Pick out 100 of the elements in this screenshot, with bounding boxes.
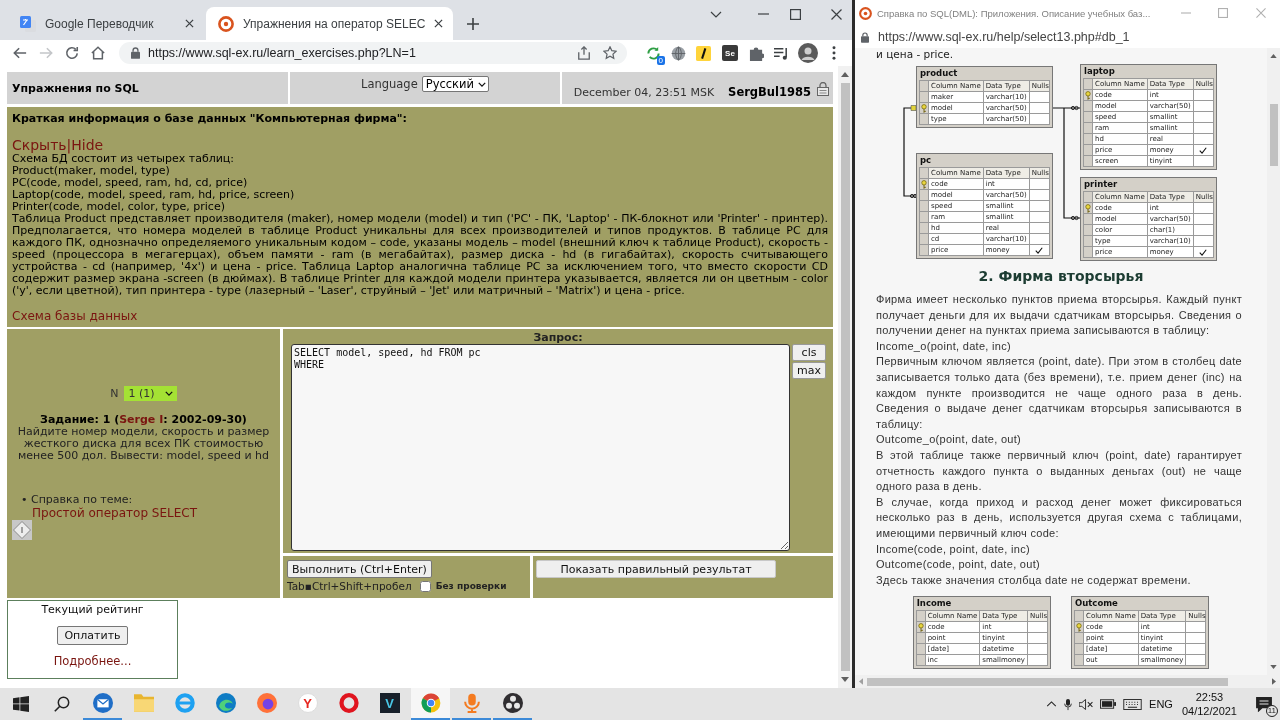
help-link[interactable]: Простой оператор SELECT bbox=[7, 506, 280, 520]
window-title: Справка по SQL(DML): Приложения. Описание учебных баз... bbox=[877, 7, 1151, 19]
paragraph: Outcome(code, point, date, out) bbox=[876, 557, 1041, 573]
circular-arrows-icon[interactable] bbox=[646, 45, 661, 61]
search-icon[interactable] bbox=[53, 696, 70, 712]
language-indicator[interactable]: ENG bbox=[1149, 698, 1173, 710]
segmented-circle-icon bbox=[420, 693, 441, 713]
table-title: Income bbox=[915, 597, 953, 611]
clock-time[interactable]: 22:53 bbox=[1195, 690, 1224, 704]
schema-line: Product(maker, model, type) bbox=[12, 165, 171, 177]
maximize-icon[interactable] bbox=[790, 8, 801, 20]
share-icon[interactable] bbox=[577, 46, 591, 60]
horizontal-scrollbar[interactable] bbox=[855, 675, 1280, 688]
microphone-icon bbox=[461, 693, 482, 713]
playlist-icon[interactable] bbox=[774, 45, 789, 61]
caret-up-icon[interactable] bbox=[1046, 701, 1058, 707]
close-icon[interactable] bbox=[831, 8, 842, 20]
rating-title: Текущий рейтинг bbox=[41, 603, 144, 616]
star-icon[interactable] bbox=[603, 46, 617, 60]
chevron-down-icon[interactable] bbox=[710, 10, 722, 18]
browser-tab[interactable]: Google Переводчик bbox=[8, 7, 204, 40]
speaker-muted-icon[interactable] bbox=[1079, 698, 1094, 710]
scrollbar-thumb[interactable] bbox=[840, 83, 850, 671]
toggle-link[interactable]: Скрыть|Hide bbox=[12, 137, 828, 153]
schema-line: PC(code, model, speed, ram, hd, cd, price) bbox=[12, 177, 249, 189]
globe-icon[interactable] bbox=[671, 45, 686, 61]
task-select[interactable]: 1 (1) bbox=[123, 386, 177, 401]
scroll-up-icon[interactable] bbox=[841, 72, 849, 77]
task-number-label: N bbox=[110, 387, 119, 400]
ring-icon bbox=[338, 693, 359, 713]
taskbar-button[interactable]: V bbox=[370, 688, 409, 720]
language-label: Language bbox=[360, 76, 418, 92]
ring-bar-icon bbox=[174, 693, 195, 713]
close-icon[interactable] bbox=[185, 19, 194, 28]
app-logo: V bbox=[379, 693, 400, 713]
taskbar-button[interactable]: Y bbox=[288, 688, 327, 720]
table-title: Outcome bbox=[1074, 597, 1119, 611]
show-result-button[interactable]: Показать правильный результат bbox=[536, 560, 776, 578]
paragraph: Здесь также значения столбца date не содержат времени. bbox=[876, 572, 1192, 588]
shortcut-hint: Tab▪Ctrl+Shift+пробел bbox=[287, 580, 412, 592]
scroll-right-icon[interactable] bbox=[1272, 678, 1276, 685]
clock-date[interactable]: 04/12/2021 bbox=[1181, 704, 1237, 718]
scrollbar-thumb[interactable] bbox=[867, 677, 1228, 686]
browser-tab[interactable]: Упражнения на оператор SELEC bbox=[206, 7, 454, 40]
query-label: Запрос: bbox=[532, 331, 584, 344]
task-title: Задание: 1 (Serge I: 2002-09-30) bbox=[39, 413, 248, 426]
editor-button[interactable]: max bbox=[792, 362, 826, 379]
scroll-up-icon[interactable] bbox=[1270, 54, 1277, 58]
pay-button[interactable]: Оплатить bbox=[57, 626, 128, 645]
table-title: pc bbox=[919, 154, 933, 167]
page-text: и цена - price. bbox=[875, 48, 954, 60]
overlapping-squares-icon bbox=[20, 15, 36, 32]
menu-icon[interactable] bbox=[832, 46, 836, 60]
schema-link[interactable]: Схема базы данных bbox=[12, 309, 828, 323]
paragraph: Первичным ключом является (point, date). При этом в столбец date записывается только дата (без времени), т.е. прием денег (inc) на каждом пункте производится не чаще одного раза в день. Сведения о выдаче денег сдатчикам вторсырья записываются в таблицу: bbox=[876, 354, 1242, 432]
run-button[interactable]: Выполнить (Ctrl+Enter) bbox=[287, 560, 432, 578]
lock-icon[interactable] bbox=[817, 82, 829, 96]
close-icon[interactable] bbox=[434, 19, 444, 28]
back-icon[interactable] bbox=[13, 46, 27, 60]
author-link[interactable]: Serge I bbox=[119, 413, 164, 426]
checkbox[interactable] bbox=[419, 580, 431, 592]
three-dots-circle-icon bbox=[502, 693, 523, 713]
schema-line: Схема БД состоит из четырех таблиц: bbox=[12, 153, 236, 165]
table-title: laptop bbox=[1083, 65, 1116, 78]
puzzle-icon[interactable] bbox=[749, 45, 764, 61]
scroll-down-icon[interactable] bbox=[1270, 665, 1277, 669]
keyboard-icon[interactable] bbox=[1123, 698, 1143, 710]
schema-line: Laptop(code, model, speed, ram, hd, price, screen) bbox=[12, 189, 296, 201]
home-icon[interactable] bbox=[91, 46, 105, 60]
address-field[interactable]: https://www.sql-ex.ru/learn_exercises.php?LN=1 bbox=[119, 42, 627, 64]
section-heading: 2. Фирма вторсырья bbox=[977, 267, 1145, 286]
check-icon bbox=[1199, 248, 1208, 256]
reload-icon[interactable] bbox=[65, 46, 79, 60]
editor-button[interactable]: cls bbox=[792, 344, 826, 361]
lock-icon bbox=[861, 31, 869, 43]
avatar-icon[interactable] bbox=[798, 43, 818, 63]
plus-icon[interactable] bbox=[467, 18, 480, 30]
start-icon[interactable] bbox=[12, 696, 29, 712]
check-icon bbox=[1035, 246, 1044, 254]
extension-tile[interactable]: Se bbox=[722, 45, 738, 61]
language-select[interactable]: Русский bbox=[421, 76, 489, 92]
scroll-down-icon[interactable] bbox=[841, 677, 849, 682]
check-icon bbox=[1199, 146, 1208, 154]
paragraph: Фирма имеет несколько пунктов приема вторсырья. Каждый пункт получает деньги для их выдачи сдатчикам вторсырья. Сведения о получении денег на пунктах приема записываются в таблицу: bbox=[876, 292, 1242, 339]
details-link[interactable]: Подробнее... bbox=[53, 655, 132, 668]
username: SergBul1985 bbox=[728, 85, 811, 99]
paragraph: Income(code, point, date, inc) bbox=[876, 541, 1031, 557]
battery-icon[interactable] bbox=[1100, 699, 1117, 709]
target-icon bbox=[218, 15, 234, 32]
checkbox-label: Без проверки bbox=[435, 581, 507, 591]
app-logo: Y bbox=[297, 693, 318, 713]
microphone-icon[interactable] bbox=[1064, 697, 1073, 711]
orb-icon bbox=[256, 693, 277, 713]
query-input[interactable]: SELECT model, speed, hd FROM pc WHERE bbox=[291, 344, 790, 551]
vertical-scrollbar[interactable] bbox=[1267, 48, 1280, 675]
scrollbar-thumb[interactable] bbox=[1269, 104, 1278, 166]
schema-line: Printer(code, model, color, type, price) bbox=[12, 201, 226, 213]
vertical-scrollbar[interactable] bbox=[838, 66, 852, 688]
paragraph: Outcome_o(point, date, out) bbox=[876, 432, 1023, 448]
envelope-icon bbox=[92, 693, 113, 713]
